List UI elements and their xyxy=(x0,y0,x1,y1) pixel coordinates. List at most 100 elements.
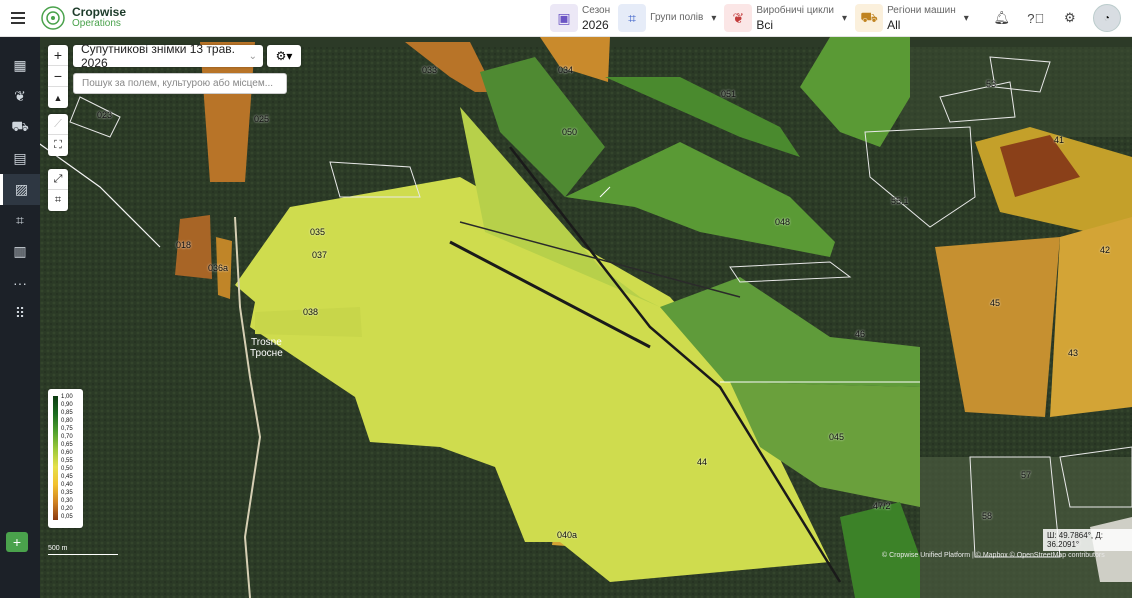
field-label: 46 xyxy=(855,329,866,339)
plant-icon: ❦ xyxy=(724,4,753,32)
village-name-latin: Trosne xyxy=(251,337,282,348)
scale-bar xyxy=(48,554,118,555)
season-filter-label: Сезон xyxy=(582,5,611,16)
compass-icon[interactable]: ▲ xyxy=(48,87,68,108)
avatar[interactable]: ◔ xyxy=(1092,4,1121,32)
field-label: 037 xyxy=(312,250,328,260)
layer-select[interactable]: Супутникові знімки 13 трав. 2026 ⌄ xyxy=(73,42,263,70)
legend-value: 0,80 xyxy=(61,418,73,424)
field-label: 051 xyxy=(721,89,737,99)
ndvi-legend: 1,00 0,90 0,85 0,80 0,75 0,70 0,65 0,60 … xyxy=(48,389,83,528)
legend-value: 0,40 xyxy=(61,482,73,488)
notification-bell-icon[interactable]: 🔔︎ xyxy=(985,0,1019,37)
machinery-icon[interactable]: ⛟ xyxy=(0,112,40,143)
field-label: 040a xyxy=(557,530,578,540)
field-label: 44 xyxy=(697,457,708,467)
production-cycles-filter[interactable]: ❦ Виробничі цикли Всі ▾ xyxy=(724,0,847,37)
zoom-in-button[interactable]: + xyxy=(48,45,68,66)
calendar-icon: ▣ xyxy=(550,4,578,32)
legend-value: 0,65 xyxy=(61,442,73,448)
legend-value: 0,85 xyxy=(61,410,73,416)
field-label: 55.1 xyxy=(891,196,909,206)
field-label: 018 xyxy=(176,240,192,250)
add-button[interactable]: + xyxy=(6,532,28,552)
legend-value: 0,75 xyxy=(61,426,73,432)
field-label: 050 xyxy=(562,127,578,137)
legend-value: 0,60 xyxy=(61,450,73,456)
legend-gradient xyxy=(53,396,58,520)
draw-polygon-icon[interactable]: ⌗ xyxy=(48,190,68,211)
field-label: 47/2 xyxy=(873,501,891,511)
legend-value: 0,70 xyxy=(61,434,73,440)
layer-settings-button[interactable]: ⚙▾ xyxy=(267,45,301,67)
map-scale: 500 m xyxy=(48,545,118,555)
gear-icon: ⚙▾ xyxy=(275,49,293,63)
map-icon[interactable]: ▨ xyxy=(0,174,40,205)
season-filter-value: 2026 xyxy=(582,18,609,32)
crops-icon[interactable]: ❦ xyxy=(0,81,40,112)
more-icon[interactable]: ··· xyxy=(0,267,40,298)
village-label: Trosne Тросне xyxy=(250,337,283,359)
field-label: 023 xyxy=(97,110,113,120)
field-label: 53 xyxy=(986,79,997,89)
map-search-input[interactable]: Пошук за полем, культурою або місцем... xyxy=(73,73,287,94)
fields-icon[interactable]: ⌗ xyxy=(0,205,40,236)
field-label: 045 xyxy=(829,432,845,442)
field-groups-filter-label: Групи полів xyxy=(650,12,704,23)
tool-group-1: ⟋ ⛶ xyxy=(48,114,68,156)
legend-value: 0,30 xyxy=(61,498,73,504)
brand-sub: Operations xyxy=(72,18,121,29)
map-view[interactable]: 033 034 051 53 023 025 050 41 55.1 048 0… xyxy=(40,37,1132,598)
field-group-icon: ⌗ xyxy=(618,4,647,32)
brand-name: Cropwise xyxy=(72,5,127,19)
field-label: 036a xyxy=(208,263,229,273)
legend-value: 1,00 xyxy=(61,394,73,400)
field-label: 41 xyxy=(1054,135,1065,145)
machine-regions-filter[interactable]: ⛟ Регіони машин All ▾ xyxy=(855,0,969,37)
tool-group-2: ⤢ ⌗ xyxy=(48,169,68,211)
dashboard-icon[interactable]: ▦ xyxy=(0,50,40,81)
machine-regions-value: All xyxy=(887,18,901,32)
legend-value: 0,35 xyxy=(61,490,73,496)
field-label: 45 xyxy=(990,298,1001,308)
chevron-down-icon: ▾ xyxy=(842,12,848,24)
legend-value: 0,05 xyxy=(61,514,73,520)
zoom-controls: + − ▲ xyxy=(48,45,68,108)
map-attribution[interactable]: © Cropwise Unified Platform | © Mapbox ©… xyxy=(882,552,1105,559)
field-label: 035 xyxy=(310,227,326,237)
chevron-down-icon: ▾ xyxy=(711,12,717,24)
tractor-icon: ⛟ xyxy=(855,4,884,32)
app-logo[interactable]: Cropwise Operations xyxy=(40,5,550,31)
layer-select-value: Супутникові знімки 13 трав. 2026 xyxy=(81,42,235,70)
field-label: 57 xyxy=(1021,470,1032,480)
legend-value: 0,90 xyxy=(61,402,73,408)
chevron-down-icon: ▾ xyxy=(963,12,969,24)
reports-icon[interactable]: ▥ xyxy=(0,236,40,267)
settings-icon[interactable]: ⚙ xyxy=(1053,0,1087,37)
zoom-out-button[interactable]: − xyxy=(48,66,68,87)
field-label: 048 xyxy=(775,217,791,227)
legend-value: 0,20 xyxy=(61,506,73,512)
hamburger-menu-icon[interactable] xyxy=(0,0,36,37)
field-label: 038 xyxy=(303,307,319,317)
chevron-down-icon: ⌄ xyxy=(248,50,257,62)
documents-icon[interactable]: ▤ xyxy=(0,143,40,174)
draw-line-icon[interactable]: ⤢ xyxy=(48,169,68,190)
season-filter[interactable]: ▣ Сезон 2026 xyxy=(550,0,610,37)
field-label: 43 xyxy=(1068,348,1079,358)
ruler-icon[interactable]: ⟋ xyxy=(48,114,68,135)
fullscreen-icon[interactable]: ⛶ xyxy=(48,135,68,156)
field-label: 033 xyxy=(422,65,438,75)
help-icon[interactable]: ?⃝ xyxy=(1019,0,1053,37)
legend-value: 0,50 xyxy=(61,466,73,472)
field-label: 025 xyxy=(254,114,270,124)
field-label: 034 xyxy=(558,65,574,75)
satellite-map xyxy=(40,37,1132,598)
scale-label: 500 m xyxy=(48,545,68,552)
field-groups-filter[interactable]: ⌗ Групи полів ▾ xyxy=(618,0,716,37)
apps-icon[interactable]: ⠿ xyxy=(0,298,40,329)
sidebar: ▦ ❦ ⛟ ▤ ▨ ⌗ ▥ ··· ⠿ + xyxy=(0,37,40,598)
top-bar: Cropwise Operations ▣ Сезон 2026 ⌗ Групи… xyxy=(0,0,1132,37)
machine-regions-label: Регіони машин xyxy=(887,5,956,16)
legend-value: 0,55 xyxy=(61,458,73,464)
